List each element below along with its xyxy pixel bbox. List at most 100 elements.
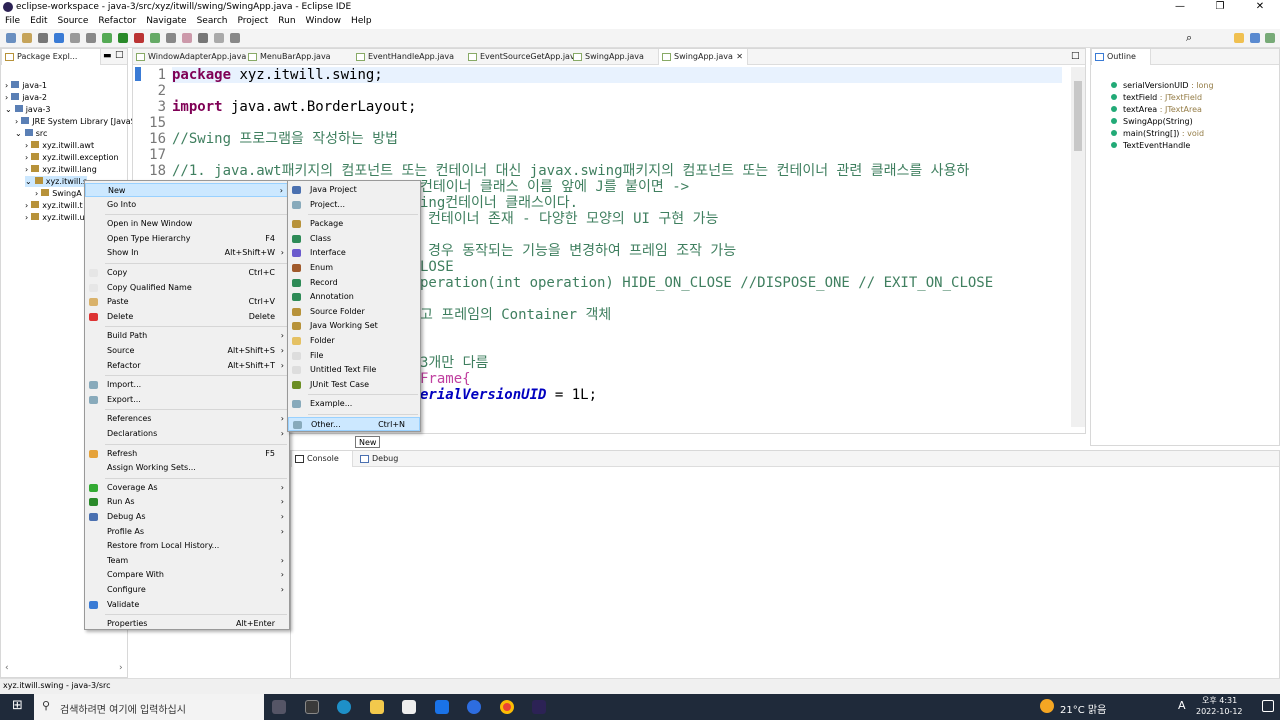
- toolbar-icon[interactable]: [134, 33, 144, 43]
- menu-item[interactable]: Delete Delete: [85, 310, 289, 324]
- editor-tab[interactable]: SwingApp.java ✕: [658, 49, 748, 65]
- outline-item[interactable]: SwingApp(String): [1111, 117, 1193, 126]
- toolbar-icon[interactable]: [118, 33, 128, 43]
- chrome-icon[interactable]: [500, 700, 514, 714]
- editor-tab[interactable]: SwingApp.java: [570, 49, 658, 65]
- taskbar-search[interactable]: ⚲ 검색하려면 여기에 입력하십시: [34, 694, 264, 720]
- expand-icon[interactable]: ›: [35, 189, 38, 198]
- menu-item[interactable]: References ›: [85, 412, 289, 426]
- menu-item[interactable]: Import...: [85, 378, 289, 392]
- expand-icon[interactable]: ›: [25, 201, 28, 210]
- menu-item[interactable]: Record: [288, 276, 420, 290]
- code-comment[interactable]: 컨테이너 존재 - 다양한 모양의 UI 구현 가능: [428, 211, 718, 227]
- menu-item[interactable]: Open Type Hierarchy F4: [85, 232, 289, 246]
- menu-item[interactable]: Source Alt+Shift+S ›: [85, 344, 289, 358]
- maximize-button[interactable]: ❐: [1200, 0, 1240, 14]
- tree-item[interactable]: ⌄ xyz.itwill.s: [25, 176, 88, 187]
- code-field[interactable]: erialVersionUID = 1L;: [420, 387, 597, 403]
- minimize-view-icon[interactable]: ▬: [103, 51, 112, 61]
- tab-outline[interactable]: Outline: [1091, 49, 1151, 65]
- toolbar-icon[interactable]: [102, 33, 112, 43]
- windows-start-icon[interactable]: ⊞: [12, 698, 23, 713]
- tree-item[interactable]: › xyz.itwill.exception: [25, 152, 119, 163]
- toolbar-icon[interactable]: [198, 33, 208, 43]
- tree-item[interactable]: › xyz.itwill.awt: [25, 140, 94, 151]
- menu-item[interactable]: Example...: [288, 397, 420, 411]
- menu-item[interactable]: Refactor Alt+Shift+T ›: [85, 359, 289, 373]
- tree-item[interactable]: ⌄ java-3: [5, 104, 50, 115]
- ime-indicator[interactable]: A: [1178, 699, 1186, 712]
- menu-run[interactable]: Run: [273, 14, 300, 29]
- widgets-icon[interactable]: [305, 700, 319, 714]
- notification-icon[interactable]: [1262, 700, 1274, 712]
- minimize-button[interactable]: —: [1160, 0, 1200, 14]
- menu-item[interactable]: New ›: [85, 183, 289, 197]
- expand-icon[interactable]: ⌄: [15, 129, 22, 138]
- menu-search[interactable]: Search: [192, 14, 233, 29]
- menu-item[interactable]: Class: [288, 232, 420, 246]
- expand-icon[interactable]: ›: [25, 141, 28, 150]
- file-explorer-icon[interactable]: [370, 700, 384, 714]
- scroll-right-icon[interactable]: ›: [119, 663, 123, 673]
- outline-item[interactable]: serialVersionUID : long: [1111, 81, 1214, 90]
- editor-tab[interactable]: MenuBarApp.java: [245, 49, 353, 65]
- eclipse-taskbar-icon[interactable]: [532, 700, 546, 714]
- menu-item[interactable]: Build Path ›: [85, 329, 289, 343]
- toolbar-icon[interactable]: [86, 33, 96, 43]
- toolbar-icon[interactable]: [70, 33, 80, 43]
- menu-item[interactable]: Source Folder: [288, 305, 420, 319]
- menu-item[interactable]: File: [288, 349, 420, 363]
- tree-item[interactable]: › xyz.itwill.u: [25, 212, 85, 223]
- menu-item[interactable]: Assign Working Sets...: [85, 461, 289, 475]
- toolbar-icon[interactable]: [38, 33, 48, 43]
- menu-item[interactable]: Folder: [288, 334, 420, 348]
- close-tab-icon[interactable]: ✕: [736, 49, 743, 65]
- task-view-icon[interactable]: [272, 700, 286, 714]
- menu-item[interactable]: Java Working Set: [288, 319, 420, 333]
- edge-icon[interactable]: [337, 700, 351, 714]
- java-perspective-icon[interactable]: [1250, 33, 1260, 43]
- tree-item[interactable]: › java-1: [5, 80, 47, 91]
- menu-item[interactable]: Coverage As ›: [85, 481, 289, 495]
- app-icon[interactable]: [467, 700, 481, 714]
- editor-tab[interactable]: EventSourceGetApp.java: [465, 49, 580, 65]
- code-comment[interactable]: 3개만 다름: [420, 355, 488, 371]
- menu-item[interactable]: Compare With ›: [85, 568, 289, 582]
- menu-help[interactable]: Help: [346, 14, 377, 29]
- menu-item[interactable]: Project...: [288, 198, 420, 212]
- code-comment[interactable]: ing컨테이너 클래스이다.: [420, 195, 578, 211]
- expand-icon[interactable]: ›: [25, 165, 28, 174]
- perspective-icon[interactable]: [1234, 33, 1244, 43]
- expand-icon[interactable]: ⌄: [5, 105, 12, 114]
- menu-item[interactable]: Annotation: [288, 290, 420, 304]
- maximize-editor-icon[interactable]: □: [1071, 51, 1080, 61]
- expand-icon[interactable]: ›: [5, 81, 8, 90]
- tree-item[interactable]: › SwingA: [35, 188, 82, 199]
- menu-item[interactable]: Team ›: [85, 554, 289, 568]
- toolbar-icon[interactable]: [150, 33, 160, 43]
- menu-file[interactable]: File: [0, 14, 25, 29]
- menu-item[interactable]: Copy Qualified Name: [85, 281, 289, 295]
- expand-icon[interactable]: ›: [25, 153, 28, 162]
- code-class-name[interactable]: Frame{: [420, 371, 471, 387]
- maximize-view-icon[interactable]: □: [115, 50, 124, 60]
- toolbar-icon[interactable]: [54, 33, 64, 43]
- menu-item[interactable]: Other... Ctrl+N: [288, 417, 420, 431]
- menu-item[interactable]: Copy Ctrl+C: [85, 266, 289, 280]
- clock-date[interactable]: 2022-10-12: [1196, 707, 1243, 716]
- code-comment[interactable]: 고 프레임의 Container 객체: [420, 307, 611, 323]
- menu-item[interactable]: Paste Ctrl+V: [85, 295, 289, 309]
- code-comment[interactable]: //Swing 프로그램을 작성하는 방법: [172, 131, 398, 147]
- tree-item[interactable]: › xyz.itwill.lang: [25, 164, 97, 175]
- menu-item[interactable]: Profile As ›: [85, 525, 289, 539]
- code-comment[interactable]: 경우 동작되는 기능을 변경하여 프레임 조작 가능: [428, 243, 736, 259]
- tree-item[interactable]: › java-2: [5, 92, 47, 103]
- toolbar-icon[interactable]: [214, 33, 224, 43]
- menu-item[interactable]: Configure ›: [85, 583, 289, 597]
- menu-edit[interactable]: Edit: [25, 14, 52, 29]
- code-line-1[interactable]: package xyz.itwill.swing;: [172, 67, 1062, 83]
- menu-navigate[interactable]: Navigate: [141, 14, 191, 29]
- toolbar-icon[interactable]: [6, 33, 16, 43]
- menu-item[interactable]: Restore from Local History...: [85, 539, 289, 553]
- editor-tab[interactable]: WindowAdapterApp.java: [133, 49, 246, 65]
